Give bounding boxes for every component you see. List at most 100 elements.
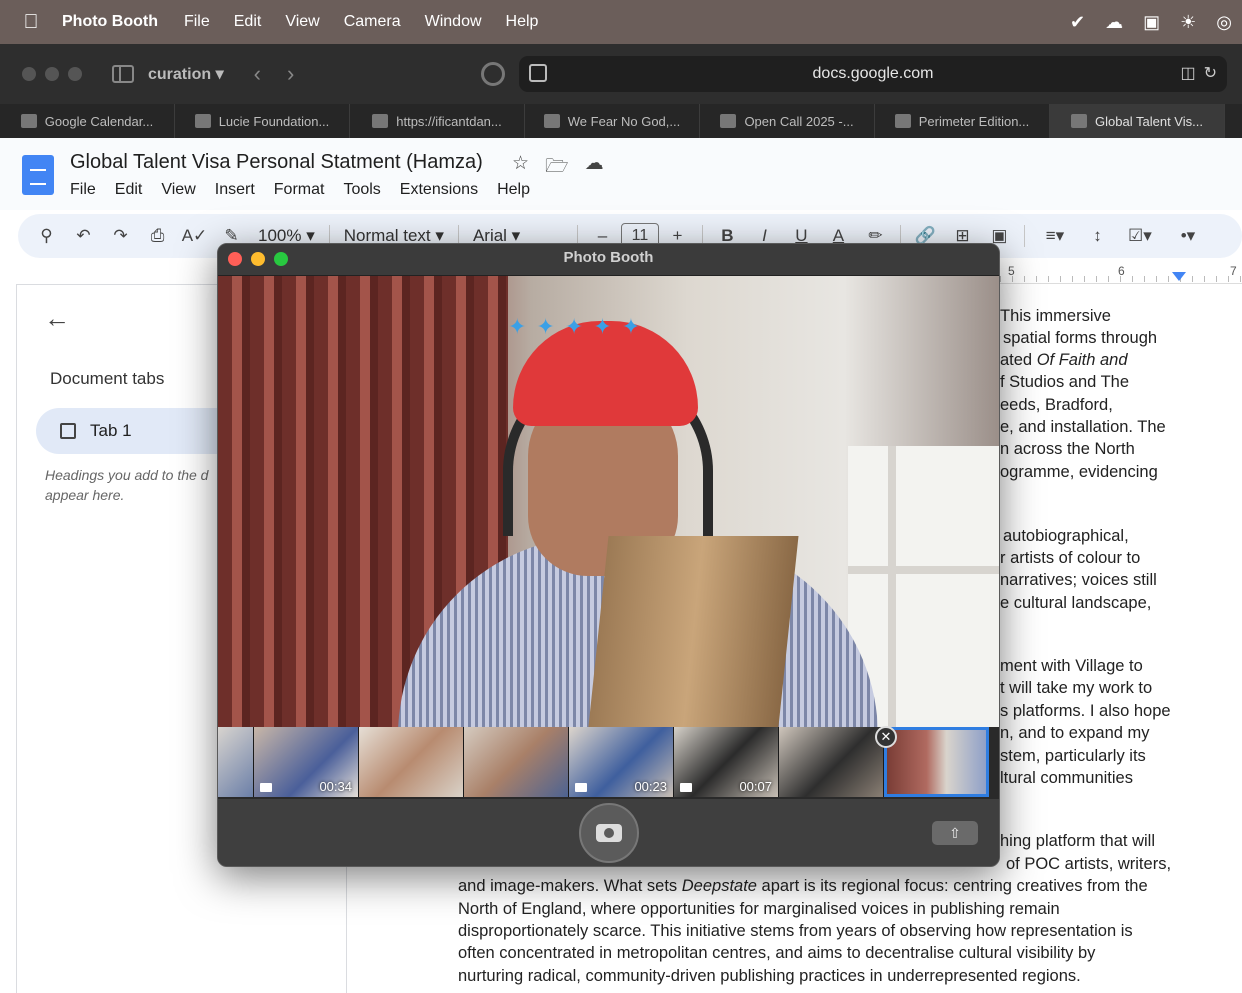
tab-global-talent-visa[interactable]: Global Talent Vis... — [1050, 104, 1225, 138]
body-line: ment with Village to — [1000, 657, 1143, 675]
tab-open-call[interactable]: Open Call 2025 -... — [700, 104, 875, 138]
tab-group-selector[interactable]: curation ▾ — [148, 64, 224, 84]
body-line: and image-makers. What sets Deepstate ap… — [458, 877, 1148, 895]
weather-icon[interactable]: ☀ — [1180, 12, 1196, 33]
move-folder-icon[interactable]: 🗁 — [545, 152, 569, 184]
docs-menu-format[interactable]: Format — [274, 181, 325, 199]
browser-zoom-button[interactable] — [68, 67, 82, 81]
sidebar-toggle-icon[interactable] — [112, 65, 134, 83]
search-icon[interactable]: ⚲ — [28, 226, 65, 246]
video-icon — [260, 783, 272, 792]
menu-view[interactable]: View — [285, 13, 319, 31]
docs-menu-view[interactable]: View — [161, 181, 195, 199]
menu-camera[interactable]: Camera — [344, 13, 401, 31]
body-line: t will take my work to — [1000, 679, 1153, 697]
ruler[interactable]: 5 6 7 — [1000, 262, 1242, 284]
thumbnail[interactable] — [359, 727, 464, 797]
docs-menu-extensions[interactable]: Extensions — [400, 181, 478, 199]
browser-close-button[interactable] — [22, 67, 36, 81]
calendar-icon — [20, 114, 37, 128]
reload-icon[interactable]: ↻ — [1204, 63, 1217, 83]
thumbnail-selected[interactable] — [884, 727, 989, 797]
gmail-icon — [894, 114, 911, 128]
redo-icon[interactable]: ↷ — [102, 226, 139, 246]
book — [587, 536, 799, 727]
star-icon[interactable]: ☆ — [512, 152, 529, 184]
share-icon: ⇧ — [949, 825, 961, 841]
print-icon[interactable]: ⎙ — [139, 226, 176, 246]
body-line: This immersive — [1000, 307, 1111, 325]
thumbnail[interactable]: 00:23 — [569, 727, 674, 797]
back-icon[interactable]: ‹ — [254, 61, 261, 87]
body-line: hing platform that will — [1000, 832, 1155, 850]
address-bar[interactable]: docs.google.com ◫ ↻ — [519, 56, 1227, 92]
undo-icon[interactable]: ↶ — [65, 226, 102, 246]
browser-minimize-button[interactable] — [45, 67, 59, 81]
body-line: f Studios and The — [1000, 373, 1130, 391]
align-icon[interactable]: ≡▾ — [1031, 226, 1079, 246]
thumbnail[interactable] — [218, 727, 254, 797]
airdrop-icon[interactable]: ◎ — [1216, 12, 1232, 33]
docs-menu-insert[interactable]: Insert — [215, 181, 255, 199]
photo-booth-titlebar[interactable]: Photo Booth — [218, 244, 999, 276]
box-icon — [720, 114, 737, 128]
tab-perimeter-edition[interactable]: Perimeter Edition... — [875, 104, 1050, 138]
video-icon — [575, 783, 587, 792]
tab-lucie-foundation[interactable]: Lucie Foundation... — [175, 104, 350, 138]
menu-app-name[interactable]: Photo Booth — [62, 13, 158, 31]
forward-icon[interactable]: › — [287, 61, 294, 87]
photo-booth-title: Photo Booth — [563, 249, 654, 266]
menu-file[interactable]: File — [184, 13, 210, 31]
body-line: n, and to expand my — [1000, 724, 1150, 742]
ruler-number: 7 — [1230, 264, 1237, 278]
share-button[interactable]: ⇧ — [932, 821, 978, 845]
menu-help[interactable]: Help — [506, 13, 539, 31]
docs-menu-edit[interactable]: Edit — [115, 181, 143, 199]
page-settings-icon[interactable] — [529, 64, 547, 82]
menu-window[interactable]: Window — [425, 13, 482, 31]
body-line: r artists of colour to — [1000, 549, 1141, 567]
docs-menubar: File Edit View Insert Format Tools Exten… — [70, 181, 530, 199]
docs-menu-help[interactable]: Help — [497, 181, 530, 199]
ruler-number: 5 — [1008, 264, 1015, 278]
thumbnail[interactable]: 00:07 — [674, 727, 779, 797]
thumbnail[interactable] — [779, 727, 884, 797]
lucie-icon — [194, 114, 211, 128]
site-icon — [372, 114, 389, 128]
creative-cloud-icon[interactable]: ☁ — [1105, 12, 1123, 33]
tab-google-calendar[interactable]: Google Calendar... — [0, 104, 175, 138]
browser-toolbar: curation ▾ ‹ › docs.google.com ◫ ↻ — [0, 44, 1242, 104]
docs-menu-file[interactable]: File — [70, 181, 96, 199]
thumbnail[interactable]: 00:34 — [254, 727, 359, 797]
macos-menubar:  Photo Booth File Edit View Camera Wind… — [0, 0, 1242, 44]
line-spacing-icon[interactable]: ↕ — [1079, 226, 1116, 246]
browser-window-controls — [22, 67, 82, 81]
docs-logo-icon[interactable] — [22, 155, 54, 195]
address-text: docs.google.com — [812, 65, 934, 82]
screen-mirror-icon[interactable]: ▣ — [1143, 12, 1160, 33]
cloud-status-icon[interactable]: ☁ — [585, 152, 604, 184]
take-photo-button[interactable] — [579, 803, 639, 863]
translate-icon[interactable]: ◫ — [1180, 63, 1195, 83]
body-line: North of England, where opportunities fo… — [458, 900, 1060, 918]
body-line: disproportionately scarce. This initiati… — [458, 922, 1133, 940]
grammarly-icon[interactable] — [481, 62, 505, 86]
tab-we-fear-no-god[interactable]: We Fear No God,... — [525, 104, 700, 138]
apple-icon[interactable]:  — [0, 11, 62, 34]
checklist-icon[interactable]: ☑▾ — [1116, 226, 1164, 246]
video-duration: 00:34 — [319, 779, 352, 794]
docs-menu-tools[interactable]: Tools — [343, 181, 380, 199]
back-arrow-icon[interactable]: ← — [44, 303, 70, 334]
menu-edit[interactable]: Edit — [234, 13, 262, 31]
indent-marker[interactable] — [1172, 272, 1186, 281]
thumbnail[interactable] — [464, 727, 569, 797]
checkmark-icon[interactable]: ✔ — [1070, 12, 1085, 33]
document-tabs-heading: Document tabs — [50, 369, 165, 388]
spellcheck-icon[interactable]: A✓ — [176, 226, 213, 246]
delete-thumbnail-icon[interactable]: ✕ — [875, 726, 897, 748]
body-line: stem, particularly its — [1000, 747, 1146, 765]
document-title[interactable]: Global Talent Visa Personal Statment (Ha… — [70, 151, 483, 174]
bullet-list-icon[interactable]: •▾ — [1164, 226, 1212, 246]
body-line: ogramme, evidencing — [1000, 463, 1158, 481]
tab-ificantdance[interactable]: https://ificantdan... — [350, 104, 525, 138]
